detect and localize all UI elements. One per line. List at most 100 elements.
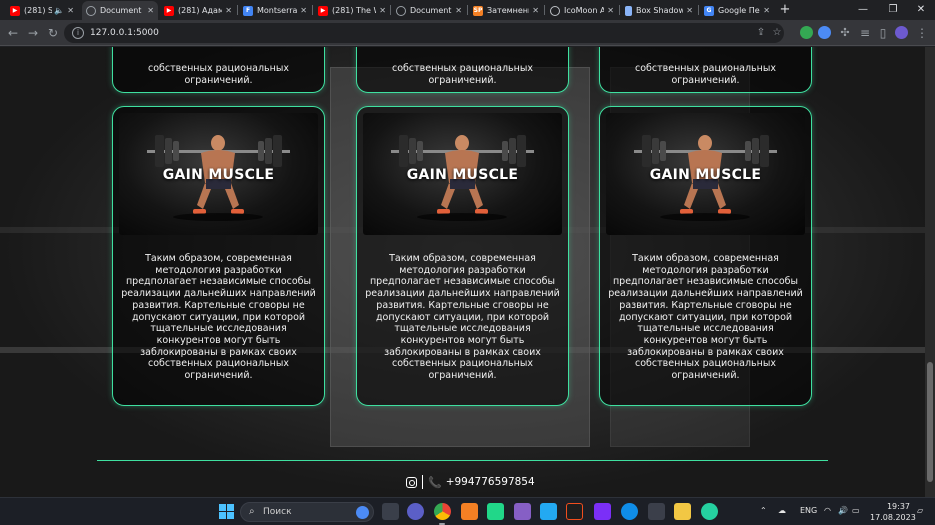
language-indicator[interactable]: ENG	[800, 506, 817, 515]
bookmark-star-icon[interactable]: ☆	[770, 27, 784, 39]
tab-document-active[interactable]: Document ✕	[82, 1, 158, 20]
tab-title: IcoMoon A	[564, 6, 605, 15]
tab-title: Box Shadow	[636, 6, 684, 15]
card-text: Таким образом, современная методология р…	[365, 253, 560, 382]
extension-icon[interactable]	[818, 26, 831, 39]
folder-icon[interactable]	[674, 503, 691, 520]
tray-chevron-icon[interactable]: ⌃	[760, 506, 767, 515]
vscode-icon[interactable]	[540, 503, 557, 520]
close-icon[interactable]: ✕	[300, 6, 307, 15]
media-icon[interactable]: ≡	[856, 24, 874, 42]
speaker-icon[interactable]: 🔈	[54, 6, 64, 15]
close-icon[interactable]: ✕	[532, 6, 539, 15]
volume-icon[interactable]: 🔊	[838, 506, 848, 515]
page-scrollbar[interactable]	[925, 47, 935, 497]
tab-title: Затемнени	[487, 6, 530, 15]
close-icon[interactable]: ✕	[225, 6, 232, 15]
close-icon[interactable]: ✕	[607, 6, 614, 15]
restore-button[interactable]: ❐	[884, 2, 902, 18]
tray-app-icon[interactable]: ☁	[778, 506, 786, 515]
globe-icon	[86, 5, 96, 16]
footer-separator	[422, 475, 423, 489]
close-icon[interactable]: ✕	[67, 6, 74, 15]
side-panel-icon[interactable]: ▯	[874, 24, 892, 42]
address-bar[interactable]: i 127.0.0.1:5000 ⇪ ☆	[64, 23, 784, 43]
sublime-icon[interactable]	[461, 503, 478, 520]
taskbar-search[interactable]: ⌕ Поиск	[240, 502, 374, 522]
tab-document-2[interactable]: Document ✕	[392, 1, 466, 20]
close-icon[interactable]: ✕	[686, 6, 693, 15]
extensions-puzzle-icon[interactable]: ✣	[836, 24, 854, 42]
card-text: собственных рациональных ограничений.	[634, 63, 776, 86]
wifi-icon[interactable]: ◠	[824, 506, 831, 515]
share-icon[interactable]: ⇪	[754, 27, 768, 39]
service-card: GAIN MUSCLE Таким образом, современная м…	[356, 106, 569, 406]
visual-studio-icon[interactable]	[514, 503, 531, 520]
new-tab-button[interactable]: +	[778, 2, 792, 18]
service-card: GAIN MUSCLE Таким образом, современная м…	[112, 106, 325, 406]
card-text: собственных рациональных ограничений.	[147, 63, 289, 86]
url-text: 127.0.0.1:5000	[90, 28, 159, 38]
card-partial: собственных рациональных ограничений.	[112, 47, 325, 93]
card-image-title: GAIN MUSCLE	[406, 167, 519, 183]
card-image: GAIN MUSCLE	[606, 113, 805, 235]
tab-title: (281) S	[24, 6, 53, 15]
store-icon[interactable]	[648, 503, 665, 520]
avatar[interactable]	[895, 26, 908, 39]
icomoon-icon	[550, 5, 560, 16]
battery-icon[interactable]: ▭	[852, 506, 860, 515]
back-button[interactable]: ←	[4, 24, 22, 42]
tab-title: Google Пер	[718, 6, 761, 15]
browser-toolbar: ← → ↻ i 127.0.0.1:5000 ⇪ ☆ ✣ ≡ ▯ ⋮	[0, 20, 935, 46]
youtube-icon: ▶	[164, 5, 174, 16]
tab-montserrat[interactable]: F Montserrat ✕	[239, 1, 311, 20]
scrollbar-thumb[interactable]	[927, 362, 933, 482]
pycharm-icon[interactable]	[487, 503, 504, 520]
tab-zatemnenie[interactable]: SP Затемнени ✕	[469, 1, 543, 20]
more-menu-icon[interactable]: ⋮	[913, 24, 931, 42]
instagram-icon[interactable]	[406, 476, 417, 488]
tab-title: Document	[410, 6, 452, 15]
reload-button[interactable]: ↻	[44, 24, 62, 42]
tab-box-shadow[interactable]: Box Shadow ✕	[621, 1, 697, 20]
forward-button[interactable]: →	[24, 24, 42, 42]
close-icon[interactable]: ✕	[455, 6, 462, 15]
search-icon: ⌕	[249, 506, 255, 517]
windows-start-icon[interactable]	[218, 503, 235, 520]
slack-icon[interactable]	[594, 503, 611, 520]
tab-youtube-2[interactable]: ▶ (281) Адам ✕	[160, 1, 236, 20]
teams-icon[interactable]	[407, 503, 424, 520]
card-image: GAIN MUSCLE	[119, 113, 318, 235]
phone-icon: 📞	[428, 475, 442, 489]
app-icon[interactable]	[701, 503, 718, 520]
tab-icomoon[interactable]: IcoMoon A ✕	[546, 1, 618, 20]
date: 17.08.2023	[870, 513, 916, 522]
close-window-button[interactable]: ✕	[912, 2, 930, 18]
extension-icon[interactable]	[800, 26, 813, 39]
tab-youtube-1[interactable]: ▶ (281) S 🔈 ✕	[6, 1, 78, 20]
tab-google-translate[interactable]: G Google Пер ✕	[700, 1, 774, 20]
task-view-icon[interactable]	[382, 503, 399, 520]
close-icon[interactable]: ✕	[763, 6, 770, 15]
minimize-button[interactable]: —	[854, 2, 872, 18]
tab-youtube-3[interactable]: ▶ (281) The W ✕	[314, 1, 390, 20]
tab-title: (281) The W	[332, 6, 376, 15]
sp-icon: SP	[473, 5, 483, 16]
chrome-icon[interactable]	[434, 503, 451, 520]
youtube-icon: ▶	[10, 5, 20, 16]
site-info-icon[interactable]: i	[72, 27, 84, 39]
bing-icon[interactable]	[356, 506, 369, 519]
card-image-title: GAIN MUSCLE	[649, 167, 762, 183]
bookmark-icon	[625, 5, 632, 16]
taskbar-clock[interactable]: 19:37 17.08.2023	[870, 501, 916, 523]
close-icon[interactable]: ✕	[379, 6, 386, 15]
tab-title: Montserrat	[257, 6, 298, 15]
phone-number[interactable]: +994776597854	[446, 476, 535, 488]
edge-icon[interactable]	[621, 503, 638, 520]
card-text: собственных рациональных ограничений.	[391, 63, 533, 86]
footer-contacts: 📞 +994776597854	[406, 474, 535, 490]
tab-title: (281) Адам	[178, 6, 223, 15]
figma-icon[interactable]	[566, 503, 583, 520]
close-icon[interactable]: ✕	[147, 6, 154, 15]
notifications-icon[interactable]: ▱	[917, 506, 923, 515]
